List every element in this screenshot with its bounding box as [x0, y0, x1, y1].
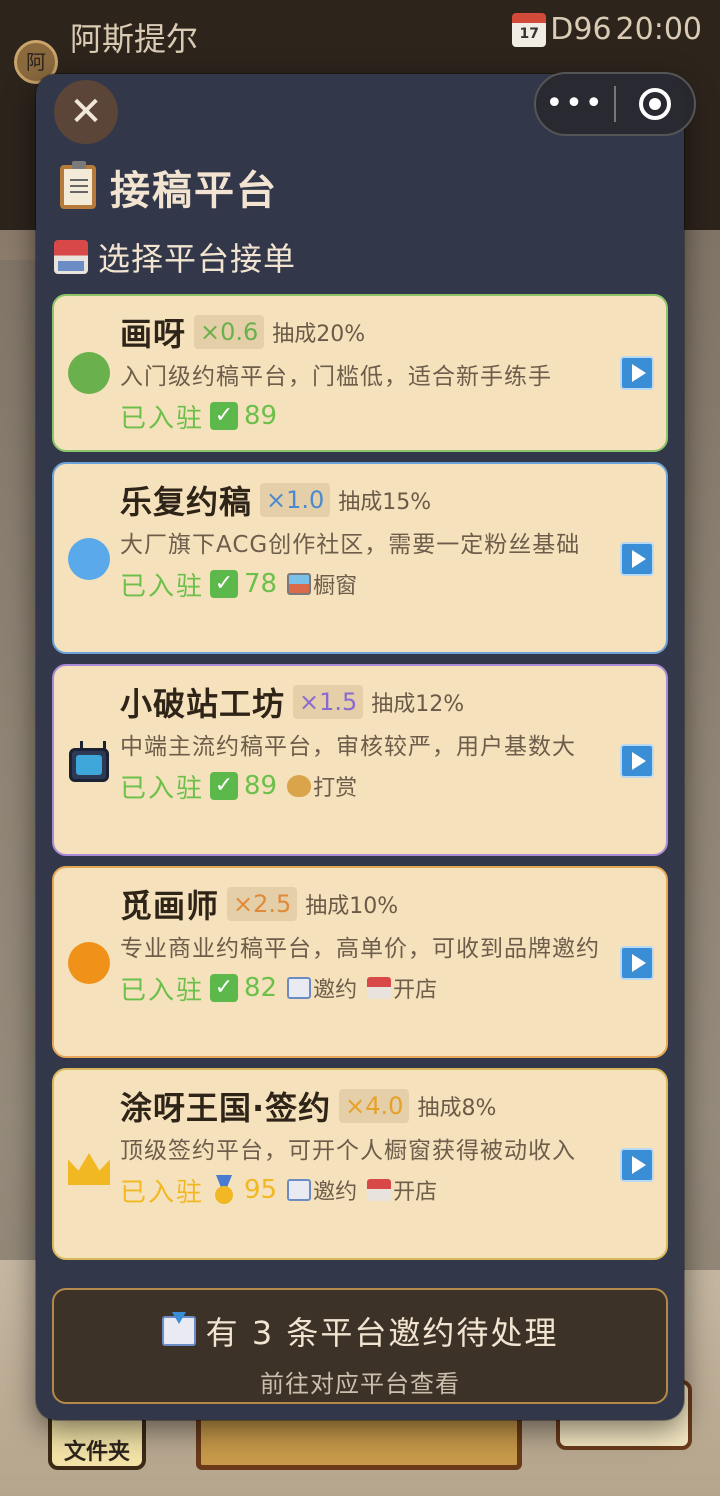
- platform-card-tuya[interactable]: 涂呀王国·签约 ×4.0 抽成8% 顶级签约平台，可开个人橱窗获得被动收入 已入…: [52, 1068, 668, 1260]
- inbox-tray-icon: [161, 1312, 196, 1346]
- platform-score: 78: [244, 569, 278, 599]
- platform-card-lefu[interactable]: 乐复约稿 ×1.0 抽成15% 大厂旗下ACG创作社区，需要一定粉丝基础 已入驻…: [52, 462, 668, 654]
- platform-description: 中端主流约稿平台，审核较严，用户基数大: [120, 734, 576, 760]
- enter-platform-button[interactable]: [620, 356, 654, 390]
- tag-shop: 开店: [367, 972, 437, 1004]
- tag-invitation: 邀约: [287, 1174, 357, 1206]
- tag-label: 开店: [393, 978, 438, 1003]
- platform-description: 专业商业约稿平台，高单价，可收到品牌邀约: [120, 936, 600, 962]
- tag-showcase: 橱窗: [287, 568, 357, 600]
- inbox-icon: [287, 1179, 312, 1201]
- store-icon: [367, 1179, 392, 1201]
- tag-label: 橱窗: [313, 574, 358, 599]
- multiplier-badge: ×1.0: [260, 483, 331, 517]
- check-icon: ✓: [210, 570, 239, 598]
- calendar-icon: 17: [512, 12, 547, 47]
- platform-score: 89: [244, 401, 278, 431]
- platform-score: 89: [244, 771, 278, 801]
- gold-medal-icon: [210, 1175, 238, 1205]
- multiplier-badge: ×1.5: [293, 685, 364, 719]
- money-bag-icon: [287, 775, 312, 797]
- commission-label: 抽成15%: [338, 490, 432, 515]
- invitation-banner[interactable]: 有 3 条平台邀约待处理 前往对应平台查看: [52, 1288, 668, 1404]
- subtitle-text: 选择平台接单: [98, 240, 297, 278]
- platform-score: 95: [244, 1175, 278, 1205]
- platform-description: 大厂旗下ACG创作社区，需要一定粉丝基础: [120, 532, 581, 558]
- modal-subtitle: 选择平台接单: [54, 234, 296, 280]
- platform-name: 画呀: [120, 315, 187, 353]
- target-icon: [639, 88, 671, 120]
- enter-platform-button[interactable]: [620, 744, 654, 778]
- invitation-subtitle: 前往对应平台查看: [260, 1370, 460, 1398]
- joined-status: 已入驻: [120, 403, 205, 434]
- joined-status: 已入驻: [120, 1177, 205, 1208]
- platform-modal: ✕ 接稿平台 选择平台接单 画呀 ×0.6 抽成20% 入门级约稿平台，门槛低，…: [36, 74, 684, 1420]
- tag-invitation: 邀约: [287, 972, 357, 1004]
- tag-label: 邀约: [313, 978, 358, 1003]
- tv-icon: [68, 744, 110, 786]
- platform-name: 乐复约稿: [120, 483, 253, 521]
- tag-tip: 打赏: [287, 770, 357, 802]
- platform-score: 82: [244, 973, 278, 1003]
- picture-frame-icon: [287, 573, 312, 595]
- check-icon: ✓: [210, 974, 239, 1002]
- platform-card-huaya[interactable]: 画呀 ×0.6 抽成20% 入门级约稿平台，门槛低，适合新手练手 已入驻 ✓ 8…: [52, 294, 668, 452]
- joined-status: 已入驻: [120, 571, 205, 602]
- orange-circle-icon: [68, 942, 110, 984]
- day-label: D96: [550, 12, 612, 47]
- commission-label: 抽成20%: [272, 322, 366, 347]
- clipboard-icon: [60, 161, 96, 209]
- store-icon: [367, 977, 392, 999]
- building-right: [684, 230, 720, 1270]
- more-button[interactable]: •••: [536, 74, 614, 134]
- inbox-icon: [287, 977, 312, 999]
- tag-label: 打赏: [313, 776, 358, 801]
- platform-description: 入门级约稿平台，门槛低，适合新手练手: [120, 364, 552, 390]
- crown-icon: [68, 1148, 110, 1190]
- platform-card-mihuashi[interactable]: 觅画师 ×2.5 抽成10% 专业商业约稿平台，高单价，可收到品牌邀约 已入驻 …: [52, 866, 668, 1058]
- invitation-title: 有 3 条平台邀约待处理: [205, 1314, 559, 1352]
- platform-name: 小破站工坊: [120, 685, 286, 723]
- multiplier-badge: ×0.6: [194, 315, 265, 349]
- joined-status: 已入驻: [120, 773, 205, 804]
- tag-label: 开店: [393, 1180, 438, 1205]
- exit-button[interactable]: [616, 88, 694, 120]
- check-icon: ✓: [210, 772, 239, 800]
- convenience-store-icon: [54, 240, 88, 274]
- enter-platform-button[interactable]: [620, 946, 654, 980]
- enter-platform-button[interactable]: [620, 1148, 654, 1182]
- commission-label: 抽成8%: [417, 1096, 497, 1121]
- platform-name: 觅画师: [120, 887, 220, 925]
- modal-title: 接稿平台: [60, 158, 278, 216]
- commission-label: 抽成10%: [305, 894, 399, 919]
- platform-description: 顶级签约平台，可开个人橱窗获得被动收入: [120, 1138, 576, 1164]
- game-date: 17 D96 20:00: [512, 12, 702, 47]
- green-circle-icon: [68, 352, 110, 394]
- close-button[interactable]: ✕: [54, 80, 118, 144]
- blue-circle-icon: [68, 538, 110, 580]
- enter-platform-button[interactable]: [620, 542, 654, 576]
- commission-label: 抽成12%: [371, 692, 465, 717]
- tag-shop: 开店: [367, 1174, 437, 1206]
- platform-card-xiaopozhan[interactable]: 小破站工坊 ×1.5 抽成12% 中端主流约稿平台，审核较严，用户基数大 已入驻…: [52, 664, 668, 856]
- player-name: 阿斯提尔: [70, 20, 199, 58]
- multiplier-badge: ×2.5: [227, 887, 298, 921]
- miniprogram-capsule: •••: [534, 72, 696, 136]
- time-label: 20:00: [615, 12, 702, 47]
- joined-status: 已入驻: [120, 975, 205, 1006]
- platform-name: 涂呀王国·签约: [120, 1089, 332, 1127]
- multiplier-badge: ×4.0: [339, 1089, 410, 1123]
- modal-title-text: 接稿平台: [110, 168, 278, 214]
- check-icon: ✓: [210, 402, 239, 430]
- building-left: [0, 260, 40, 1260]
- tag-label: 邀约: [313, 1180, 358, 1205]
